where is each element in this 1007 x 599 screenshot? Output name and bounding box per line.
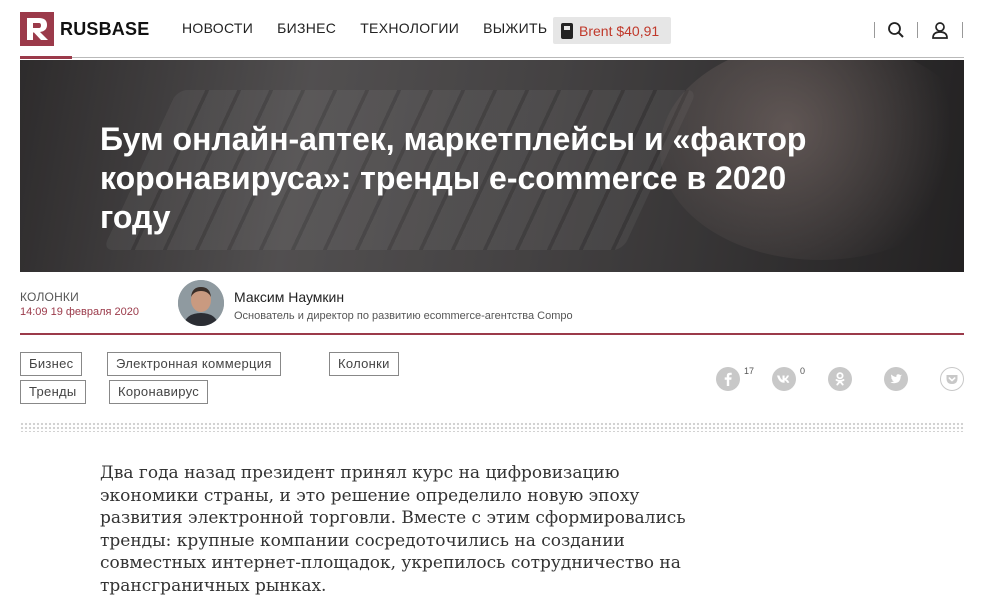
twitter-icon[interactable] bbox=[884, 367, 908, 391]
site-logo[interactable]: RUSBASE bbox=[20, 12, 149, 46]
pocket-icon[interactable] bbox=[940, 367, 964, 391]
nav-item-survive[interactable]: ВЫЖИТЬ bbox=[483, 20, 547, 36]
main-nav: НОВОСТИ БИЗНЕС ТЕХНОЛОГИИ ВЫЖИТЬ bbox=[182, 20, 571, 36]
oil-barrel-icon bbox=[561, 22, 573, 39]
nav-item-news[interactable]: НОВОСТИ bbox=[182, 20, 253, 36]
article-title: Бум онлайн-аптек, маркетплейсы и «фактор… bbox=[100, 121, 807, 235]
facebook-share-count: 17 bbox=[744, 366, 755, 376]
author-role: Основатель и директор по развитию ecomme… bbox=[234, 310, 573, 322]
meta-divider bbox=[20, 333, 964, 335]
tag-business[interactable]: Бизнес bbox=[20, 352, 83, 376]
search-icon[interactable] bbox=[886, 20, 906, 40]
logo-mark-icon bbox=[20, 12, 54, 46]
brent-price-widget[interactable]: Brent $40,91 bbox=[553, 17, 671, 44]
article-rubric[interactable]: КОЛОНКИ bbox=[20, 290, 79, 304]
vk-icon[interactable] bbox=[772, 367, 796, 391]
nav-item-technologies[interactable]: ТЕХНОЛОГИИ bbox=[360, 20, 459, 36]
article-date: 14:09 19 февраля 2020 bbox=[20, 306, 140, 318]
author-avatar[interactable] bbox=[178, 280, 224, 326]
nav-item-business[interactable]: БИЗНЕС bbox=[277, 20, 336, 36]
header-divider bbox=[874, 22, 875, 38]
header-divider bbox=[917, 22, 918, 38]
header-divider-line bbox=[20, 57, 964, 58]
tag-columns[interactable]: Колонки bbox=[329, 352, 399, 376]
user-icon[interactable] bbox=[930, 20, 950, 40]
facebook-icon[interactable] bbox=[716, 367, 740, 391]
tag-ecommerce[interactable]: Электронная коммерция bbox=[107, 352, 281, 376]
header-divider bbox=[962, 22, 963, 38]
author-name[interactable]: Максим Наумкин bbox=[234, 289, 344, 305]
header-accent-bar bbox=[20, 56, 72, 59]
site-header: RUSBASE НОВОСТИ БИЗНЕС ТЕХНОЛОГИИ ВЫЖИТЬ… bbox=[0, 0, 1007, 60]
hero-image: Бум онлайн-аптек, маркетплейсы и «фактор… bbox=[20, 60, 964, 272]
tag-coronavirus[interactable]: Коронавирус bbox=[109, 380, 209, 404]
brent-price: Brent $40,91 bbox=[579, 22, 660, 39]
vk-share-count: 0 bbox=[800, 366, 806, 376]
logo-text: RUSBASE bbox=[60, 18, 150, 39]
article-lead-paragraph: Два года назад президент принял курс на … bbox=[100, 463, 686, 596]
odnoklassniki-icon[interactable] bbox=[828, 367, 852, 391]
dotted-separator bbox=[20, 422, 964, 432]
tag-trends[interactable]: Тренды bbox=[20, 380, 86, 404]
